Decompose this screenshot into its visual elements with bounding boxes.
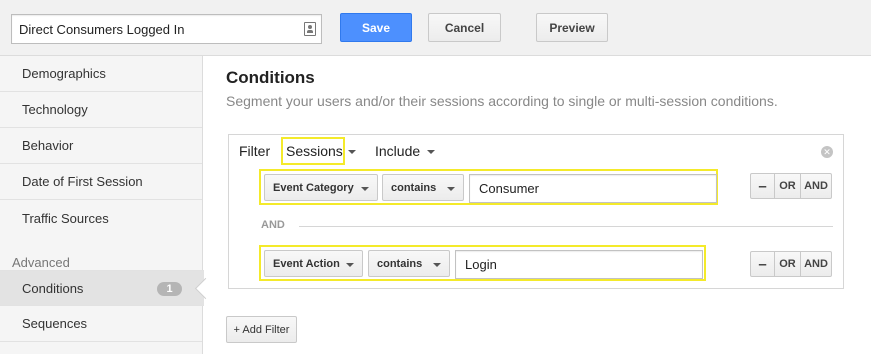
- sidebar-item-conditions[interactable]: Conditions 1: [0, 270, 204, 306]
- sidebar-item-label: Demographics: [22, 66, 106, 81]
- segment-sidebar: Demographics Technology Behavior Date of…: [0, 56, 204, 354]
- sidebar-section-advanced: Advanced: [12, 255, 70, 270]
- or-button[interactable]: OR: [774, 173, 801, 199]
- dimension-select[interactable]: Event Action: [264, 250, 363, 277]
- sidebar-item-technology[interactable]: Technology: [0, 92, 202, 128]
- sidebar-item-label: Technology: [22, 102, 88, 117]
- chevron-down-icon: [433, 263, 441, 267]
- scope-dropdown[interactable]: Sessions: [286, 143, 343, 159]
- dimension-select-label: Event Category: [273, 181, 354, 194]
- chevron-down-icon: [447, 187, 455, 191]
- page-title: Conditions: [226, 68, 315, 87]
- sidebar-item-label: Behavior: [22, 138, 74, 153]
- segment-name-input[interactable]: [12, 15, 292, 43]
- and-button[interactable]: AND: [800, 251, 832, 277]
- and-separator: AND: [261, 219, 285, 231]
- close-icon[interactable]: ✕: [821, 146, 833, 158]
- operator-select-label: contains: [391, 181, 437, 194]
- cancel-button[interactable]: Cancel: [428, 13, 501, 42]
- or-button[interactable]: OR: [774, 251, 801, 277]
- include-dropdown[interactable]: Include: [375, 143, 420, 159]
- sidebar-item-label: Conditions: [22, 280, 84, 296]
- filter-panel: Filter Sessions Include ✕ Event Category…: [228, 134, 844, 289]
- filter-label: Filter: [239, 143, 271, 159]
- chevron-down-icon[interactable]: [348, 150, 356, 154]
- remove-condition-button[interactable]: –: [750, 173, 775, 199]
- condition-row: Event Action contains Login: [259, 245, 706, 281]
- chevron-down-icon: [361, 187, 369, 191]
- condition-bool-buttons: – OR AND: [750, 173, 832, 199]
- remove-condition-button[interactable]: –: [750, 251, 775, 277]
- sidebar-item-label: Date of First Session: [22, 174, 143, 189]
- segment-toolbar: Save Cancel Preview: [0, 0, 871, 56]
- sidebar-item-label: Sequences: [22, 316, 88, 331]
- contact-card-icon[interactable]: [304, 22, 316, 36]
- chevron-down-icon[interactable]: [427, 150, 435, 154]
- count-badge: 1: [157, 282, 182, 296]
- divider: [299, 226, 833, 227]
- condition-bool-buttons: – OR AND: [750, 251, 832, 277]
- preview-button[interactable]: Preview: [536, 13, 608, 42]
- segment-name-field[interactable]: [11, 14, 322, 44]
- sidebar-item-traffic-sources[interactable]: Traffic Sources: [0, 200, 202, 236]
- operator-select[interactable]: contains: [368, 250, 450, 277]
- condition-value-input[interactable]: Consumer: [469, 174, 717, 203]
- sidebar-item-sequences[interactable]: Sequences: [0, 306, 202, 342]
- condition-row: Event Category contains Consumer: [259, 169, 718, 205]
- save-button[interactable]: Save: [340, 13, 412, 42]
- and-button[interactable]: AND: [800, 173, 832, 199]
- sidebar-item-label: Traffic Sources: [22, 210, 109, 226]
- page-subtitle: Segment your users and/or their sessions…: [226, 93, 778, 109]
- sidebar-item-date-of-first-session[interactable]: Date of First Session: [0, 164, 202, 200]
- operator-select[interactable]: contains: [382, 174, 464, 201]
- condition-value-input[interactable]: Login: [455, 250, 703, 279]
- operator-select-label: contains: [377, 257, 423, 270]
- dimension-select[interactable]: Event Category: [264, 174, 378, 201]
- sidebar-item-behavior[interactable]: Behavior: [0, 128, 202, 164]
- sidebar-item-demographics[interactable]: Demographics: [0, 56, 202, 92]
- add-filter-button[interactable]: + Add Filter: [226, 316, 297, 343]
- dimension-select-label: Event Action: [273, 257, 340, 270]
- chevron-down-icon: [346, 263, 354, 267]
